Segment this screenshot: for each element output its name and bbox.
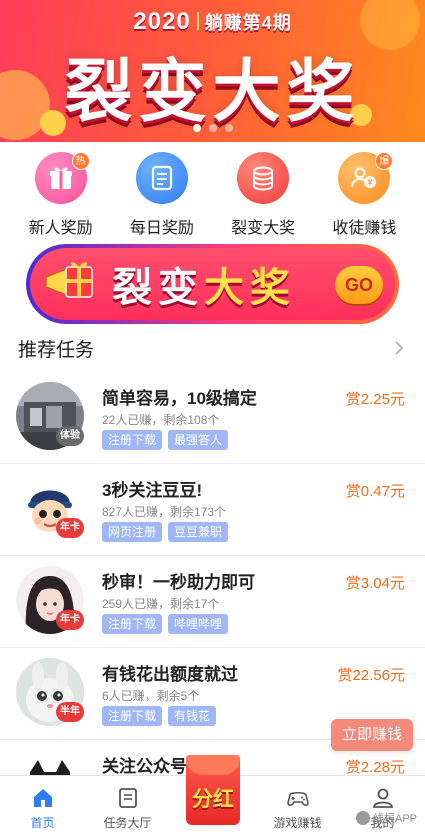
task-tags: 注册下载 有钱花 [102, 706, 217, 726]
task-tags: 网页注册 豆豆兼职 [102, 522, 229, 542]
gamepad-icon [286, 791, 309, 806]
nav-item-game[interactable]: 游戏赚钱 [255, 776, 340, 836]
promo-title: 裂变大奖 [112, 255, 296, 313]
promo-banner[interactable]: 裂变大奖 GO [26, 244, 399, 324]
avatar-tag: 半年 [56, 702, 84, 722]
boom-badge: 爆 [375, 152, 394, 170]
task-title: 有钱花出额度就过 [102, 665, 238, 684]
category-label: 裂变大奖 [231, 220, 296, 237]
task-meta: 827人已赚，剩余173个 [102, 505, 227, 519]
carousel-dots [0, 124, 425, 132]
dividend-label: 分红 [192, 788, 234, 811]
envelope-flap [186, 755, 240, 775]
task-reward: 赏2.25元 [345, 391, 405, 408]
task-tags: 注册下载 哔哩哔哩 [102, 614, 229, 634]
wechat-icon [355, 811, 370, 825]
watermark: 线报APP [355, 810, 417, 826]
nav-label: 任务大厅 [103, 816, 152, 830]
checklist-icon [135, 152, 188, 204]
users-icon: ¥ 爆 [338, 152, 394, 204]
home-icon [33, 789, 52, 807]
category-label: 收徒赚钱 [332, 220, 397, 237]
user-icon [372, 788, 393, 808]
nav-item-task-hall[interactable]: 任务大厅 [85, 776, 170, 836]
task-tag: 注册下载 [102, 706, 163, 726]
coin-stack-icon [237, 152, 290, 204]
promo-text-part2: 大奖 [204, 266, 296, 310]
gift-icon: 热 [34, 152, 90, 204]
category-label: 每日奖励 [129, 220, 194, 237]
hot-badge: 热 [71, 152, 90, 170]
task-tag: 有钱花 [168, 706, 217, 726]
section-title: 推荐任务 [18, 339, 95, 361]
task-tag: 最强答人 [168, 430, 229, 450]
task-item[interactable]: 年卡 3秒关注豆豆! 827人已赚，剩余173个 网页注册 豆豆兼职 赏0.47… [0, 464, 425, 556]
task-reward: 赏2.28元 [345, 759, 405, 776]
task-tag: 豆豆兼职 [168, 522, 229, 542]
nav-item-profile[interactable]: 我的 [340, 776, 425, 836]
carousel-dot[interactable] [224, 124, 233, 132]
task-tags: 注册下载 最强答人 [102, 430, 229, 450]
task-tag: 哔哩哔哩 [168, 614, 229, 634]
banner-subtitle: 2020 躺赚第4期 [0, 8, 425, 36]
task-hall-icon [118, 788, 137, 808]
chevron-right-icon[interactable] [391, 340, 407, 356]
red-envelope-icon[interactable]: 分红 [182, 755, 244, 827]
banner-year: 2020 [133, 8, 191, 35]
task-meta: 22人已赚，剩余108个 [102, 413, 220, 427]
megaphone-gift-icon [45, 262, 93, 298]
avatar-tag: 体验 [56, 426, 84, 446]
category-item-fission[interactable]: 裂变大奖 [216, 142, 311, 242]
avatar-tag: 年卡 [56, 518, 84, 538]
nav-item-home[interactable]: 首页 [0, 776, 85, 836]
carousel-dot[interactable] [208, 124, 217, 132]
task-item[interactable]: 体验 简单容易，10级搞定 22人已赚，剩余108个 注册下载 最强答人 赏2.… [0, 372, 425, 464]
nav-label: 首页 [30, 816, 55, 830]
banner-title: 裂变大奖 [64, 54, 361, 130]
promo-go-button[interactable]: GO [335, 266, 383, 304]
task-meta: 259人已赚，剩余17个 [102, 597, 220, 611]
category-label: 新人奖励 [28, 220, 93, 237]
banner-separator [196, 12, 199, 30]
carousel-dot[interactable] [192, 124, 201, 132]
earn-now-button[interactable]: 立即赚钱 [331, 719, 413, 751]
task-item[interactable]: 年卡 秒审！一秒助力即可 259人已赚，剩余17个 注册下载 哔哩哔哩 赏3.0… [0, 556, 425, 648]
category-item-recruit[interactable]: ¥ 爆 收徒赚钱 [317, 142, 412, 242]
category-item-daily[interactable]: 每日奖励 [114, 142, 209, 242]
watermark-text: 线报APP [372, 813, 417, 825]
task-reward: 赏0.47元 [345, 483, 405, 500]
task-tag: 网页注册 [102, 522, 163, 542]
app-root: 2020 躺赚第4期 裂变大奖 热 新人奖励 每日奖励 裂变大奖 ¥ 爆 收徒赚… [0, 0, 425, 836]
task-title: 秒审！一秒助力即可 [102, 573, 255, 592]
task-reward: 赏22.56元 [337, 667, 405, 684]
top-banner[interactable]: 2020 躺赚第4期 裂变大奖 [0, 0, 425, 142]
task-tag: 注册下载 [102, 614, 163, 634]
recommended-tasks-header[interactable]: 推荐任务 [0, 330, 425, 366]
category-grid: 热 新人奖励 每日奖励 裂变大奖 ¥ 爆 收徒赚钱 [0, 142, 425, 242]
nav-label: 游戏赚钱 [273, 816, 322, 830]
task-reward: 赏3.04元 [345, 575, 405, 592]
banner-issue: 躺赚第4期 [204, 13, 292, 33]
task-title: 关注公众号 [102, 757, 187, 776]
task-title: 简单容易，10级搞定 [102, 389, 257, 408]
task-title: 3秒关注豆豆! [102, 481, 203, 500]
promo-text-part1: 裂变 [112, 266, 204, 310]
avatar-tag: 年卡 [56, 610, 84, 630]
svg-text:¥: ¥ [368, 179, 374, 189]
category-item-new-user[interactable]: 热 新人奖励 [13, 142, 108, 242]
task-meta: 6人已赚，剩余5个 [102, 689, 200, 703]
task-tag: 注册下载 [102, 430, 163, 450]
